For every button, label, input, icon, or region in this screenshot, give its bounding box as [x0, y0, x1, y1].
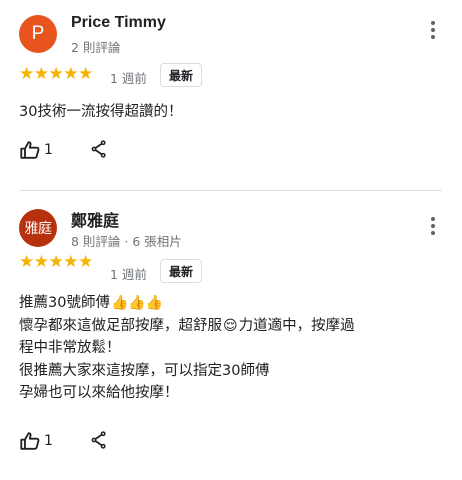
like-count: 1	[44, 142, 53, 158]
star-rating: ★★★★★	[19, 252, 93, 272]
review-text-line: 很推薦大家來這按摩，可以指定30師傅	[19, 362, 270, 379]
reviewer-meta: 2 則評論	[71, 40, 121, 55]
review-card: P Price Timmy 2 則評論 ★★★★★ 1 週前 最新 30技術一流…	[0, 0, 462, 190]
review-text-segment: 推薦30號師傅	[19, 295, 110, 311]
review-card: 雅庭 鄭雅庭 8 則評論 · 6 張相片 ★★★★★ 1 週前 最新 推薦30號…	[0, 192, 462, 480]
star-rating: ★★★★★	[19, 64, 93, 84]
review-time: 1 週前	[110, 71, 147, 86]
reviewer-meta: 8 則評論 · 6 張相片	[71, 234, 182, 249]
review-text-line: 推薦30號師傅👍👍👍	[19, 292, 355, 315]
reviewer-name[interactable]: Price Timmy	[71, 14, 166, 32]
reviewer-name[interactable]: 鄭雅庭	[71, 207, 119, 231]
like-count: 1	[44, 433, 53, 449]
thumbs-up-emoji-icon: 👍👍👍	[110, 295, 164, 311]
review-text-line: 孕婦也可以來給他按摩！	[19, 385, 179, 401]
more-vert-icon[interactable]	[426, 215, 440, 237]
review-text-line: 程中非常放鬆！	[19, 340, 121, 356]
review-text-line: 懷孕都來這做足部按摩，超舒服😌力道適中，按摩過	[19, 315, 355, 338]
review-text: 30技術一流按得超讚的！	[19, 101, 182, 123]
review-text-segment: 力道適中，按摩過	[238, 317, 355, 334]
review-text: 推薦30號師傅👍👍👍 懷孕都來這做足部按摩，超舒服😌力道適中，按摩過 程中非常放…	[19, 292, 355, 405]
newest-badge: 最新	[160, 259, 203, 283]
more-vert-icon[interactable]	[426, 19, 440, 41]
review-text-line: 30技術一流按得超讚的！	[19, 104, 183, 120]
relieved-face-emoji-icon: 😌	[223, 317, 238, 334]
avatar[interactable]: 雅庭	[19, 209, 57, 247]
share-icon[interactable]	[89, 139, 109, 159]
divider	[20, 190, 442, 191]
share-icon[interactable]	[89, 430, 109, 450]
newest-badge: 最新	[160, 63, 203, 87]
thumb-up-icon[interactable]	[19, 430, 41, 452]
avatar[interactable]: P	[19, 15, 57, 53]
review-text-segment: 懷孕都來這做足部按摩，超舒服	[19, 317, 222, 334]
review-time: 1 週前	[110, 267, 147, 282]
thumb-up-icon[interactable]	[19, 139, 41, 161]
